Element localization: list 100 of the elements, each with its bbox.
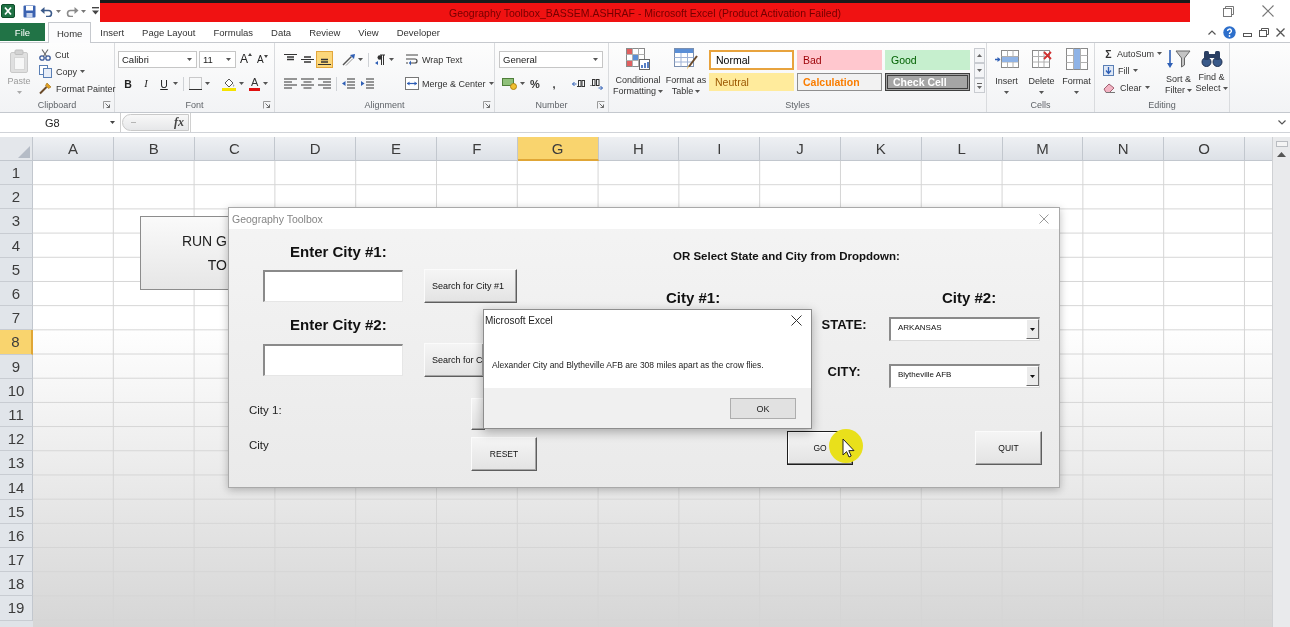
row-header[interactable]: 9 [0,354,33,379]
ribbon-tab[interactable]: Review [300,22,350,42]
dialog-launcher-icon[interactable] [103,100,111,109]
help-icon[interactable] [1223,25,1236,39]
column-header[interactable]: F [437,137,518,161]
format-as-table-button[interactable]: Format as Table [664,48,708,97]
insert-function-button[interactable]: fx [174,115,184,130]
row-header[interactable]: 1 [0,161,33,186]
copy-button[interactable]: Copy [37,63,116,80]
column-header[interactable]: C [194,137,276,161]
row-header[interactable]: 16 [0,523,33,548]
ribbon-tab[interactable]: Developer [387,22,450,42]
close-icon[interactable] [1276,27,1285,37]
decrease-decimal-icon[interactable] [590,77,603,90]
indent-icon[interactable] [361,78,374,89]
column-header[interactable]: L [921,137,1003,161]
column-header[interactable]: A [33,137,114,161]
redo-arrow-icon[interactable] [66,5,79,17]
increase-decimal-icon[interactable] [572,77,585,90]
row-header[interactable]: 11 [0,402,33,428]
dropdown-button[interactable] [1026,319,1039,339]
row-header[interactable]: 8 [0,330,33,355]
dropdown-field[interactable]: Blytheville AFB [889,364,1040,388]
delete-cells-button[interactable]: Delete [1024,48,1059,97]
ribbon-tab[interactable]: View [349,22,388,42]
row-header[interactable]: 12 [0,427,33,452]
column-header[interactable]: O [1164,137,1245,161]
merge-center-button[interactable]: Merge & Center [405,77,494,90]
row-header[interactable]: 6 [0,281,33,307]
find-select-button[interactable]: Find & Select [1195,45,1228,97]
caret-icon[interactable] [263,82,269,85]
row-header[interactable]: 10 [0,378,33,403]
italic-button[interactable]: I [139,75,153,92]
reset-button[interactable]: RESET [471,437,537,471]
row-header[interactable]: 19 [0,596,33,621]
fill-button[interactable]: Fill [1101,62,1162,79]
column-header[interactable]: H [598,137,680,161]
money-icon[interactable] [502,77,517,90]
text-input-field[interactable] [263,270,403,302]
vertical-scrollbar[interactable] [1272,137,1290,627]
column-header[interactable]: D [275,137,357,161]
underline-button[interactable]: U [157,75,171,92]
font-size-field[interactable]: 11 [199,51,236,68]
caret-up-icon[interactable] [1208,29,1216,35]
ok-button[interactable]: OK [730,398,796,419]
scroll-down-icon[interactable] [974,63,985,78]
caret-icon[interactable] [389,58,394,61]
paint-bucket-icon[interactable] [222,76,236,91]
comma-style-button[interactable]: , [549,77,559,90]
expand-icon[interactable] [1278,120,1286,125]
format-cells-button[interactable]: Format [1059,48,1094,97]
diagonal-arrow-icon[interactable] [342,53,356,66]
column-header[interactable]: J [760,137,841,161]
row-header[interactable]: 13 [0,451,33,476]
dropdown-field[interactable]: ARKANSAS [889,317,1040,341]
caret-icon[interactable] [205,82,210,85]
cell-style-option[interactable]: Neutral [709,73,794,91]
column-header[interactable]: N [1083,137,1165,161]
column-header[interactable]: B [113,137,195,161]
number-format-field[interactable]: General [499,51,603,68]
paragraph-direction-icon[interactable] [375,53,386,66]
row-header[interactable]: 14 [0,475,33,500]
caret-icon[interactable] [81,9,86,13]
dialog-launcher-icon[interactable] [263,100,271,109]
search-button[interactable]: Search for City #1 [424,269,517,303]
quit-button[interactable]: QUIT [975,431,1042,465]
caret-icon[interactable] [173,82,178,85]
vertical-align-button[interactable] [316,51,333,68]
search-button[interactable]: Search for C [424,343,484,377]
dropdown-button[interactable] [1026,366,1039,386]
border-icon[interactable] [189,77,202,90]
bold-button[interactable]: B [121,75,135,92]
conditional-formatting-button[interactable]: Conditional Formatting [612,48,664,97]
ribbon-tab[interactable]: Insert [91,22,134,42]
row-header[interactable]: 17 [0,548,33,573]
format-painter-button[interactable]: Format Painter [37,80,116,97]
cell-style-option[interactable]: Good [885,50,970,70]
restore-icon[interactable] [1259,27,1269,37]
column-header[interactable]: K [840,137,922,161]
caret-icon[interactable] [239,82,244,85]
row-header[interactable]: 5 [0,257,33,282]
close-icon[interactable] [791,315,802,326]
row-header[interactable]: 7 [0,306,33,331]
column-header[interactable]: M [1002,137,1084,161]
arrow-up-icon[interactable] [1277,152,1286,157]
customize-toolbar-icon[interactable] [92,7,99,15]
caret-icon[interactable] [358,58,363,61]
column-header[interactable]: E [356,137,437,161]
column-header[interactable]: I [679,137,761,161]
file-tab[interactable]: File [0,23,45,41]
clear-button[interactable]: Clear [1101,79,1162,96]
column-header[interactable]: G [517,137,599,161]
restore-icon[interactable] [1223,5,1234,17]
font-color-button[interactable]: A [249,76,261,91]
ribbon-tab[interactable]: Home [48,22,92,43]
row-header[interactable]: 18 [0,572,33,597]
percent-style-button[interactable]: % [530,77,540,90]
expand-gallery-icon[interactable] [974,78,985,93]
row-header[interactable]: 15 [0,499,33,524]
ribbon-tab[interactable]: Page Layout [133,22,205,42]
